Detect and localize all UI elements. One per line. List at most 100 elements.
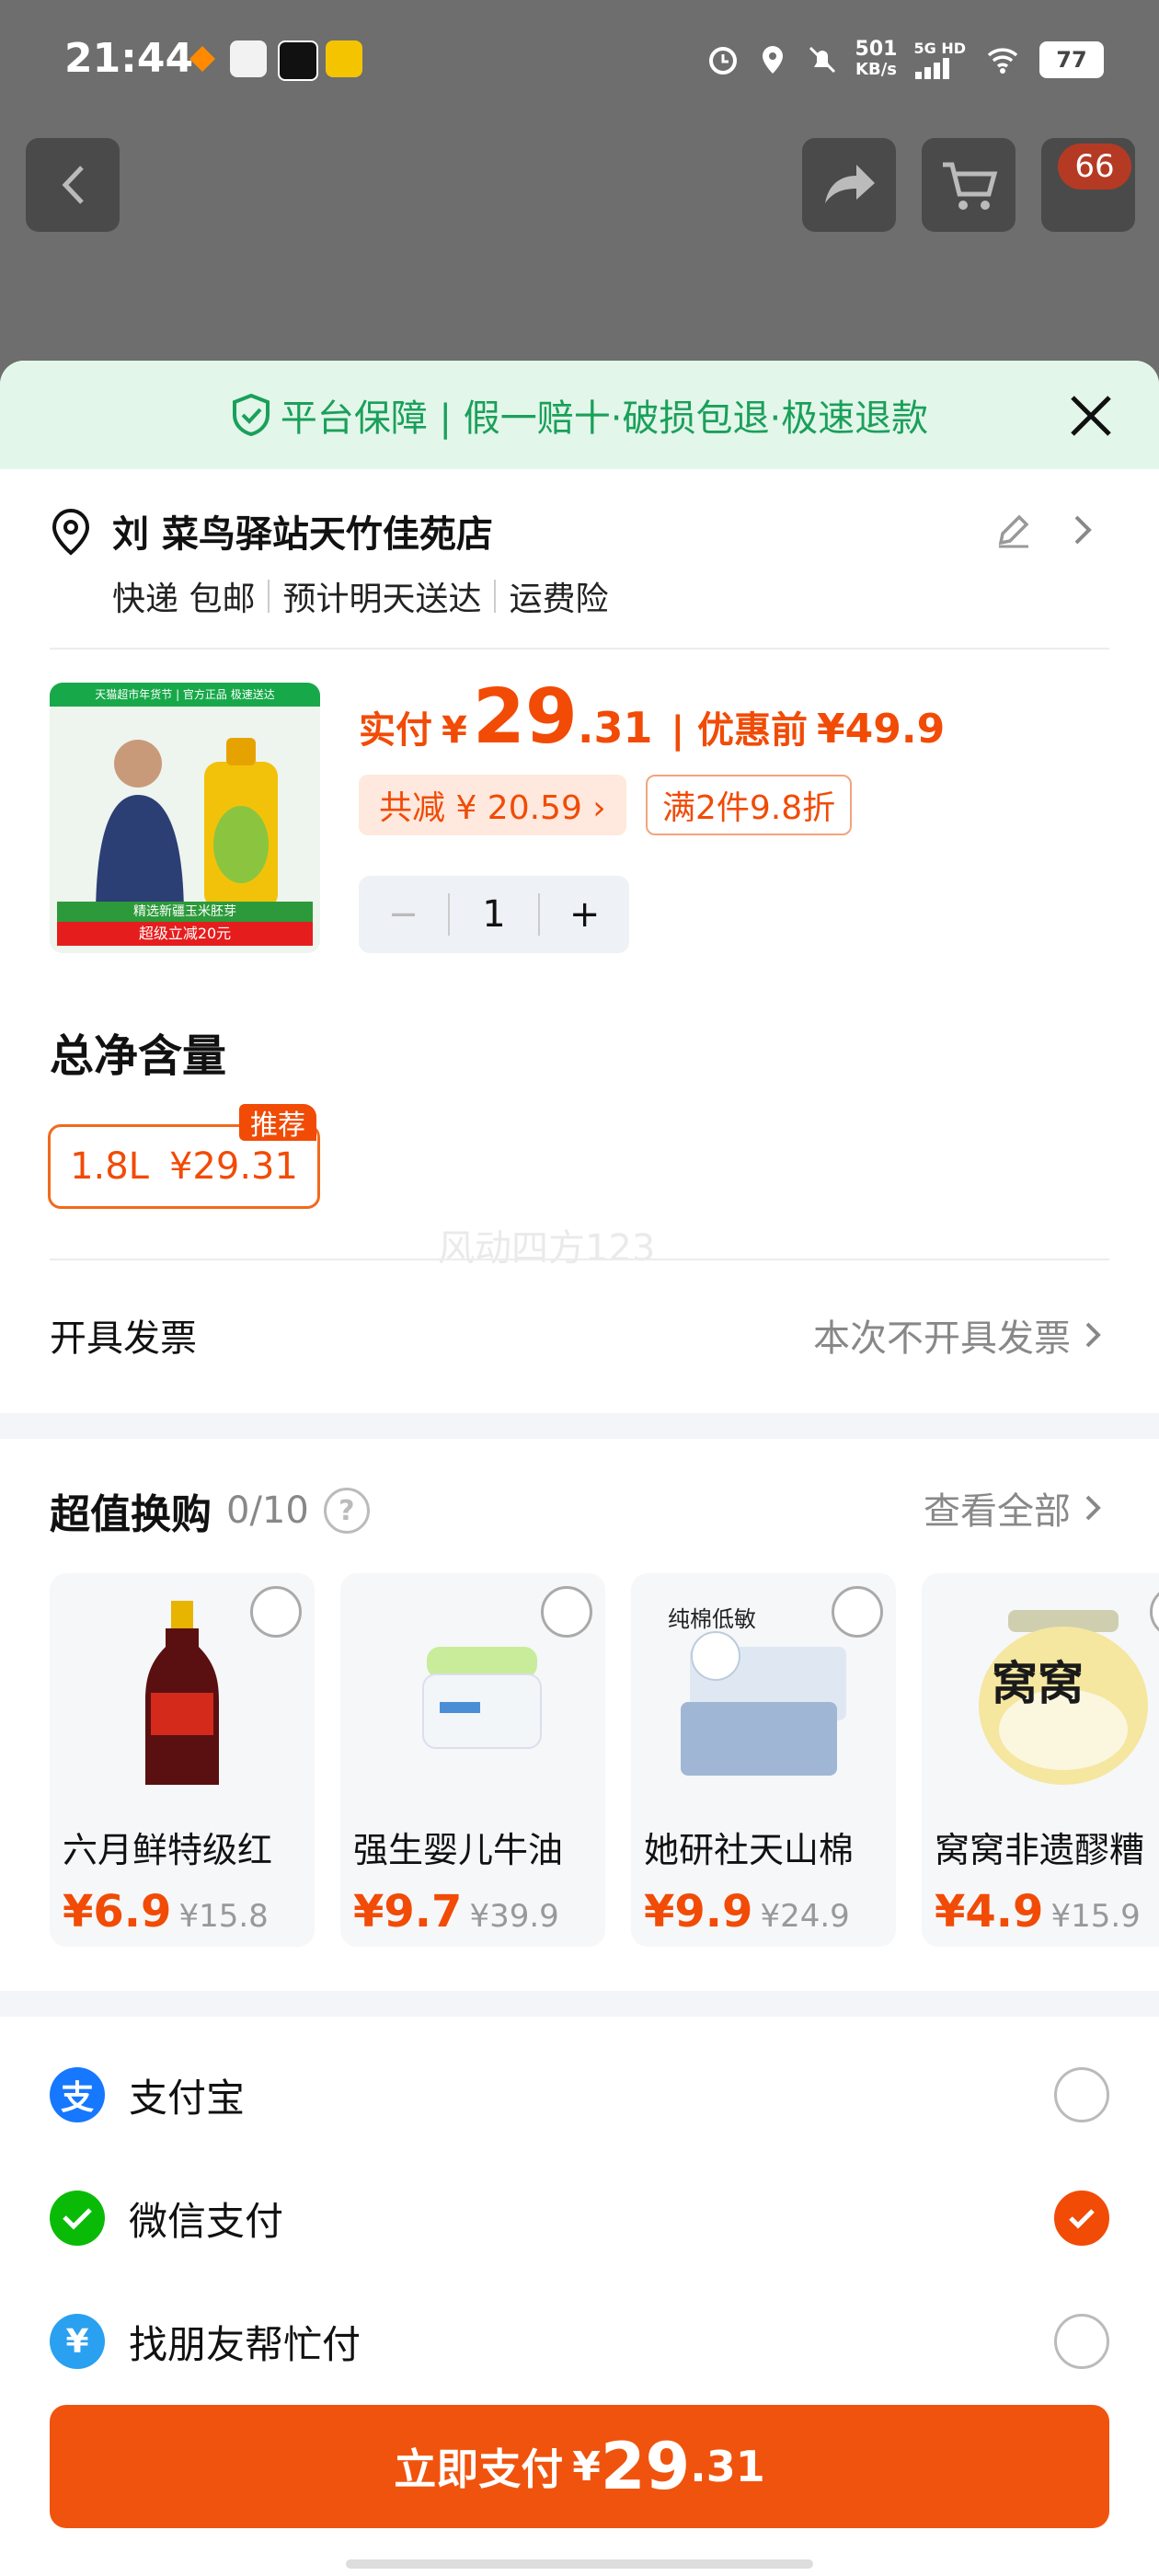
- payment-label: 支付宝: [129, 2075, 246, 2121]
- swap-header: 超值换购 0/10 ?: [50, 1481, 370, 1540]
- discount-tag[interactable]: 共减 ¥ 20.59 ›: [359, 775, 626, 835]
- swap-item-card[interactable]: 强生婴儿牛油 ¥9.7 ¥39.9: [340, 1573, 605, 1947]
- spec-title: 总净含量: [50, 1030, 227, 1082]
- friend-pay-icon: ¥: [50, 2314, 105, 2369]
- network-speed: 501 KB/s: [855, 38, 898, 80]
- shipping-insurance: 运费险: [509, 581, 609, 618]
- price-summary: 实付 ¥ 29 .31 | 优惠前 ¥49.9: [359, 673, 945, 761]
- section-divider: [0, 1413, 1159, 1439]
- payment-option-wechat[interactable]: 微信支付: [50, 2177, 1109, 2260]
- mute-icon: [809, 46, 835, 74]
- watermark: 风动四方123: [438, 1227, 656, 1270]
- swap-item-name: 六月鲜特级红: [63, 1830, 273, 1870]
- status-bar: 21:44 501 KB/s 5G HD 77: [0, 0, 1159, 129]
- home-indicator[interactable]: [346, 2559, 813, 2569]
- payment-option-alipay[interactable]: 支 支付宝: [50, 2053, 1109, 2136]
- sku-price: ¥29.31: [168, 1145, 298, 1188]
- swap-item-original-price: ¥15.8: [178, 1898, 269, 1935]
- swap-item-original-price: ¥39.9: [469, 1898, 559, 1935]
- app-notification-icon: [230, 40, 267, 77]
- divider: [50, 648, 1109, 650]
- select-radio[interactable]: [541, 1586, 592, 1638]
- product-brand: 窝窝: [992, 1657, 1084, 1710]
- signal-icon: 5G HD: [913, 40, 966, 79]
- swap-item-original-price: ¥24.9: [760, 1898, 850, 1935]
- help-icon[interactable]: ?: [323, 1488, 370, 1534]
- pay-button-amount-int: 29: [600, 2429, 691, 2504]
- cart-button[interactable]: [922, 138, 1016, 232]
- swap-item-price: ¥4.9: [935, 1886, 1044, 1938]
- payment-label: 找朋友帮忙付: [129, 2321, 361, 2367]
- swap-item-card[interactable]: 六月鲜特级红 ¥6.9 ¥15.8: [50, 1573, 315, 1947]
- swap-item-card[interactable]: 窝窝 窝窝非遗醪糟 ¥4.9 ¥15.9: [922, 1573, 1159, 1947]
- pay-button-label: 立即支付: [394, 2444, 564, 2494]
- select-radio[interactable]: [832, 1586, 883, 1638]
- wechat-pay-icon: [50, 2191, 105, 2246]
- swap-item-name: 她研社天山棉: [644, 1830, 855, 1870]
- swap-item-name: 强生婴儿牛油: [353, 1830, 564, 1870]
- cart-count-badge: 66: [1058, 144, 1131, 190]
- invoice-label: 开具发票: [50, 1317, 197, 1360]
- swap-item-name: 窝窝非遗醪糟: [935, 1830, 1145, 1870]
- qty-plus-button[interactable]: +: [538, 893, 629, 936]
- before-price: ¥49.9: [817, 706, 946, 753]
- close-icon[interactable]: [1063, 388, 1119, 443]
- currency: ¥: [442, 709, 467, 752]
- view-all-button[interactable]: 查看全部: [924, 1481, 1106, 1535]
- select-radio[interactable]: [250, 1586, 302, 1638]
- recommend-badge: 推荐: [239, 1104, 316, 1142]
- invoice-value: 本次不开具发票: [813, 1317, 1071, 1360]
- payment-option-friend[interactable]: ¥ 找朋友帮忙付: [50, 2300, 1109, 2383]
- chevron-right-icon: [1085, 1495, 1101, 1521]
- view-all-label: 查看全部: [924, 1490, 1071, 1533]
- swap-title: 超值换购: [50, 1491, 212, 1538]
- payment-radio-checked[interactable]: [1054, 2191, 1109, 2246]
- price-integer: 29: [472, 673, 578, 761]
- swap-item-price: ¥9.9: [644, 1886, 753, 1938]
- promo-tag: 满2件9.8折: [646, 775, 853, 835]
- edit-icon[interactable]: [993, 510, 1034, 550]
- price-decimal: .31: [577, 703, 653, 753]
- quantity-stepper: − 1 +: [359, 876, 629, 953]
- swap-item-price: ¥6.9: [63, 1886, 172, 1938]
- alipay-icon: 支: [50, 2067, 105, 2122]
- shipping-method: 快递 包邮: [112, 581, 256, 618]
- cart-icon: [943, 162, 998, 210]
- share-icon: [825, 165, 875, 203]
- product-tag: 纯棉低敏: [668, 1606, 756, 1632]
- sku-size: 1.8L: [70, 1145, 149, 1188]
- chevron-right-icon[interactable]: [1069, 512, 1096, 548]
- pay-button-amount-dec: .31: [690, 2442, 765, 2491]
- divider: [50, 1259, 1109, 1260]
- address-name[interactable]: 刘 菜鸟驿站天竹佳苑店: [112, 504, 493, 558]
- status-time: 21:44: [64, 35, 194, 82]
- location-pin-icon: [52, 508, 90, 556]
- alarm-icon: [708, 47, 737, 75]
- app-notification-icon: [326, 40, 362, 77]
- platform-guarantee-banner: 平台保障 | 假一赔十·破损包退·极速退款: [0, 361, 1159, 469]
- location-icon: [762, 46, 783, 74]
- qty-value[interactable]: 1: [450, 893, 539, 936]
- payment-radio[interactable]: [1054, 2067, 1109, 2122]
- check-icon: [1069, 2209, 1095, 2229]
- pay-button-currency: ¥: [572, 2443, 601, 2490]
- checkout-sheet: 平台保障 | 假一赔十·破损包退·极速退款 刘 菜鸟驿站天竹佳苑店 快递 包邮 …: [0, 361, 1159, 2576]
- shield-icon: [232, 393, 270, 437]
- payment-radio[interactable]: [1054, 2314, 1109, 2369]
- pay-now-button[interactable]: 立即支付 ¥ 29 .31: [50, 2405, 1109, 2528]
- back-button[interactable]: [26, 138, 120, 232]
- guarantee-text: 平台保障 | 假一赔十·破损包退·极速退款: [280, 397, 929, 440]
- chevron-left-icon: [62, 166, 84, 204]
- image-caption: 精选新疆玉米胚芽: [57, 902, 313, 922]
- image-caption: 超级立减20元: [57, 922, 313, 946]
- swap-count: 0/10: [226, 1489, 309, 1532]
- swap-item-card[interactable]: 纯棉低敏 她研社天山棉 ¥9.9 ¥24.9: [631, 1573, 896, 1947]
- share-button[interactable]: [802, 138, 896, 232]
- product-image[interactable]: 天猫超市年货节 | 官方正品 极速送达 精选新疆玉米胚芽 超级立减20元: [50, 683, 320, 953]
- app-notification-icon: [278, 40, 318, 81]
- qty-minus-button[interactable]: −: [359, 893, 450, 936]
- app-notification-icon: [184, 40, 221, 77]
- pay-label: 实付: [359, 709, 432, 752]
- delivery-eta: 预计明天送达: [282, 581, 482, 618]
- invoice-selector[interactable]: 本次不开具发票: [813, 1308, 1106, 1362]
